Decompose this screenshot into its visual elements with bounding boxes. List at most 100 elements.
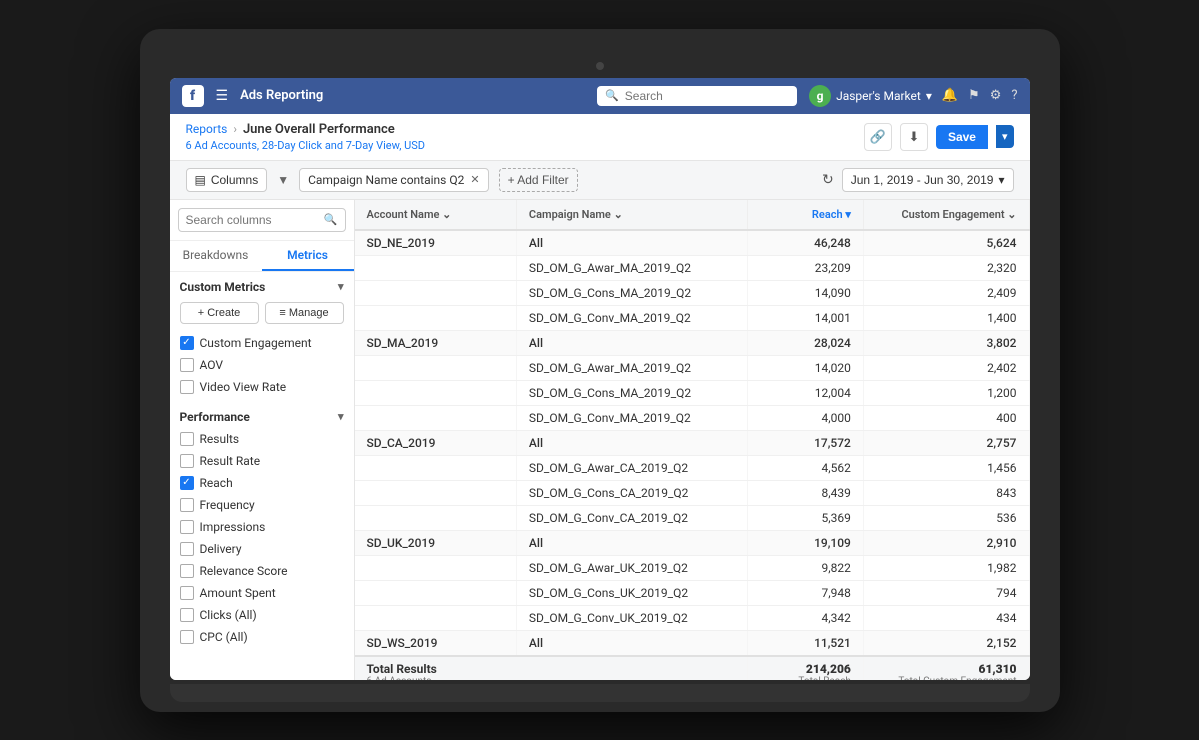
section-collapse-icon[interactable]: ▾	[338, 280, 344, 293]
date-range-button[interactable]: Jun 1, 2019 - Jun 30, 2019 ▾	[842, 168, 1014, 192]
top-nav: f ☰ Ads Reporting 🔍 g Jasper's Market ▾ …	[170, 78, 1030, 114]
reach-cell: 46,248	[748, 230, 864, 256]
create-metric-button[interactable]: + Create	[180, 302, 259, 324]
metric-label: Impressions	[200, 520, 266, 534]
col-header-engagement[interactable]: Custom Engagement ⌄	[863, 200, 1029, 230]
metric-label: Reach	[200, 476, 233, 490]
filter-bar: ▤ Columns ▼ Campaign Name contains Q2 ✕ …	[170, 161, 1030, 200]
link-button[interactable]: 🔗	[864, 123, 892, 151]
search-input[interactable]	[625, 89, 789, 103]
column-search-input[interactable]	[186, 213, 319, 227]
campaign-name-cell: SD_OM_G_Cons_CA_2019_Q2	[516, 480, 747, 505]
col-header-campaign[interactable]: Campaign Name ⌄	[516, 200, 747, 230]
reach-cell: 4,342	[748, 605, 864, 630]
metric-item-delivery[interactable]: Delivery	[170, 538, 354, 560]
metric-item-clicks-all[interactable]: Clicks (All)	[170, 604, 354, 626]
settings-icon[interactable]: ⚙	[990, 88, 1002, 103]
table-row: SD_OM_G_Awar_MA_2019_Q2 14,020 2,402	[355, 355, 1030, 380]
account-switcher[interactable]: g Jasper's Market ▾	[809, 85, 932, 107]
section-collapse-icon[interactable]: ▾	[338, 410, 344, 423]
campaign-name-cell: SD_OM_G_Conv_MA_2019_Q2	[516, 405, 747, 430]
account-name-cell	[355, 280, 517, 305]
table-row: SD_UK_2019 All 19,109 2,910	[355, 530, 1030, 555]
metric-label: Result Rate	[200, 454, 261, 468]
facebook-logo: f	[182, 85, 204, 107]
metric-item-aov[interactable]: AOV	[170, 354, 354, 376]
reach-cell: 4,000	[748, 405, 864, 430]
table-row: SD_OM_G_Cons_MA_2019_Q2 14,090 2,409	[355, 280, 1030, 305]
reach-cell: 19,109	[748, 530, 864, 555]
panel-tabs: Breakdowns Metrics	[170, 241, 354, 272]
col-header-reach[interactable]: Reach ▾	[748, 200, 864, 230]
metric-item-frequency[interactable]: Frequency	[170, 494, 354, 516]
total-reach-cell: 214,206 Total Reach	[748, 656, 864, 680]
metric-checkbox-cpc-all	[180, 630, 194, 644]
metric-item-results[interactable]: Results	[170, 428, 354, 450]
metric-item-custom-engagement[interactable]: ✓ Custom Engagement	[170, 332, 354, 354]
filter-text: Campaign Name contains Q2	[308, 173, 464, 187]
reach-cell: 8,439	[748, 480, 864, 505]
metric-item-cpc-all[interactable]: CPC (All)	[170, 626, 354, 648]
account-name-cell	[355, 555, 517, 580]
metric-item-amount-spent[interactable]: Amount Spent	[170, 582, 354, 604]
columns-icon: ▤	[195, 173, 206, 187]
metric-item-relevance-score[interactable]: Relevance Score	[170, 560, 354, 582]
metric-item-reach[interactable]: ✓ Reach	[170, 472, 354, 494]
download-button[interactable]: ⬇	[900, 123, 928, 151]
metric-checkbox-impressions	[180, 520, 194, 534]
nav-right: g Jasper's Market ▾ 🔔 ⚑ ⚙ ?	[809, 85, 1017, 107]
reach-cell: 11,521	[748, 630, 864, 656]
manage-metric-button[interactable]: ≡ Manage	[265, 302, 344, 324]
engagement-cell: 2,152	[863, 630, 1029, 656]
add-filter-button[interactable]: + Add Filter	[499, 168, 578, 192]
engagement-cell: 794	[863, 580, 1029, 605]
sort-icon: ⌄	[614, 208, 623, 221]
results-table: Account Name ⌄ Campaign Name ⌄ Reach ▾ C…	[355, 200, 1030, 680]
breadcrumb-reports[interactable]: Reports	[186, 122, 228, 136]
custom-metrics-header: Custom Metrics ▾	[170, 272, 354, 298]
help-icon[interactable]: ?	[1011, 88, 1017, 103]
col-header-account[interactable]: Account Name ⌄	[355, 200, 517, 230]
table-row: SD_OM_G_Conv_MA_2019_Q2 14,001 1,400	[355, 305, 1030, 330]
save-button[interactable]: Save	[936, 125, 988, 149]
tab-metrics[interactable]: Metrics	[262, 241, 354, 271]
column-search[interactable]: 🔍	[178, 208, 346, 232]
table-row: SD_NE_2019 All 46,248 5,624	[355, 230, 1030, 256]
metric-item-result-rate[interactable]: Result Rate	[170, 450, 354, 472]
metric-label: Video View Rate	[200, 380, 287, 394]
global-search[interactable]: 🔍	[597, 86, 797, 106]
chevron-down-icon: ▾	[998, 173, 1004, 187]
engagement-cell: 5,624	[863, 230, 1029, 256]
columns-button[interactable]: ▤ Columns	[186, 168, 268, 192]
account-name-cell	[355, 355, 517, 380]
reach-cell: 12,004	[748, 380, 864, 405]
metric-label: CPC (All)	[200, 630, 248, 644]
filter-close-button[interactable]: ✕	[470, 173, 479, 186]
header-actions: 🔗 ⬇ Save ▾	[864, 123, 1014, 151]
reach-cell: 17,572	[748, 430, 864, 455]
engagement-cell: 1,200	[863, 380, 1029, 405]
metric-checkbox-relevance-score	[180, 564, 194, 578]
refresh-button[interactable]: ↻	[822, 171, 834, 188]
breadcrumb-current: June Overall Performance	[243, 122, 395, 137]
notifications-icon[interactable]: 🔔	[942, 88, 958, 103]
data-table-area: Account Name ⌄ Campaign Name ⌄ Reach ▾ C…	[355, 200, 1030, 680]
metric-item-video-view-rate[interactable]: Video View Rate	[170, 376, 354, 398]
total-label: Total Results	[367, 662, 736, 676]
campaign-name-cell: All	[516, 330, 747, 355]
account-name-cell	[355, 405, 517, 430]
account-name-cell: SD_NE_2019	[355, 230, 517, 256]
custom-metrics-actions: + Create ≡ Manage	[170, 298, 354, 332]
metric-label: Clicks (All)	[200, 608, 257, 622]
save-dropdown-button[interactable]: ▾	[996, 125, 1014, 148]
menu-icon[interactable]: ☰	[216, 88, 229, 104]
campaign-name-cell: SD_OM_G_Conv_MA_2019_Q2	[516, 305, 747, 330]
flag-icon[interactable]: ⚑	[968, 88, 980, 103]
date-range-text: Jun 1, 2019 - Jun 30, 2019	[851, 173, 994, 187]
metric-item-impressions[interactable]: Impressions	[170, 516, 354, 538]
tab-breakdowns[interactable]: Breakdowns	[170, 241, 262, 271]
engagement-cell: 2,409	[863, 280, 1029, 305]
engagement-cell: 1,456	[863, 455, 1029, 480]
table-row: SD_OM_G_Conv_CA_2019_Q2 5,369 536	[355, 505, 1030, 530]
metric-label: Custom Engagement	[200, 336, 312, 350]
